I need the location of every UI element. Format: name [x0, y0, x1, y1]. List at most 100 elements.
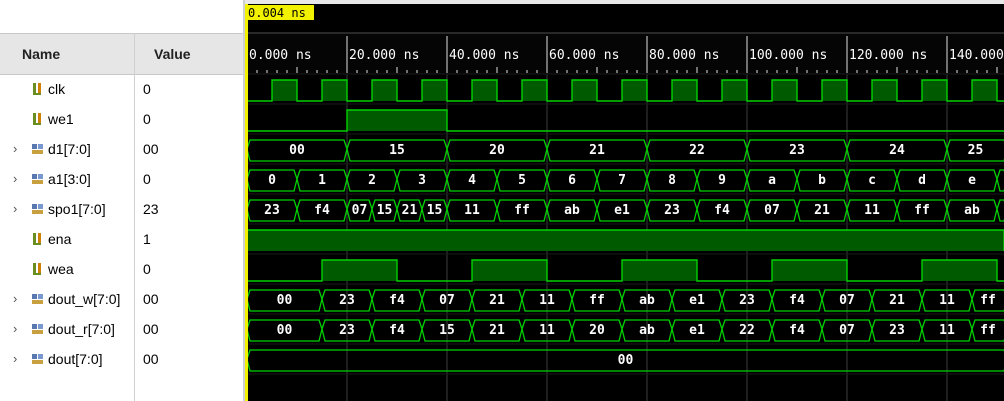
waveform-ena	[245, 229, 1004, 252]
bit-signal-icon	[33, 113, 41, 125]
signal-name[interactable]: a1[3:0]	[48, 164, 91, 194]
signal-row[interactable]: clk 0	[0, 74, 245, 104]
signal-row[interactable]: › dout_w[7:0] 00	[0, 284, 245, 314]
signal-name-panel: Name Value clk 0 we1 0 › d1[7:0] 00 › a1[3:0] 0 › s…	[0, 0, 245, 401]
pulse-fill	[922, 260, 997, 281]
bus-value-label: 2	[368, 173, 376, 188]
waveform-wea	[245, 259, 1004, 282]
bus-value-label: 00	[618, 353, 634, 368]
time-label: 140.000	[949, 48, 1004, 63]
time-cursor	[245, 4, 248, 401]
signal-row[interactable]: we1 0	[0, 104, 245, 134]
bus-value-label: ff	[514, 203, 530, 218]
signal-name[interactable]: ena	[48, 224, 71, 254]
expand-arrow-icon[interactable]: ›	[13, 344, 23, 374]
pulse-fill	[972, 80, 997, 101]
column-header: Name Value	[0, 33, 245, 75]
bus-value-label: 07	[764, 203, 780, 218]
signal-row[interactable]: › dout[7:0] 00	[0, 344, 245, 374]
expand-arrow-icon[interactable]: ›	[13, 134, 23, 164]
bus-value-label: ab	[564, 203, 580, 218]
pulse-fill	[322, 260, 397, 281]
signal-row[interactable]: wea 0	[0, 254, 245, 284]
bus-value-label: 11	[539, 323, 555, 338]
pulse-fill	[672, 80, 697, 101]
bus-segment	[996, 169, 1004, 192]
expand-arrow-icon[interactable]: ›	[13, 194, 23, 224]
expand-arrow-icon[interactable]: ›	[13, 164, 23, 194]
signal-name[interactable]: wea	[48, 254, 74, 284]
bus-value-label: 11	[539, 293, 555, 308]
bus-value-label: 21	[889, 293, 905, 308]
bus-value-label: 23	[339, 323, 355, 338]
pulse-fill	[372, 80, 397, 101]
time-label: 120.000 ns	[849, 48, 927, 63]
signal-value: 00	[143, 291, 159, 307]
signal-row[interactable]: › a1[3:0] 0	[0, 164, 245, 194]
bus-value-label: 22	[739, 323, 755, 338]
signal-row[interactable]: › d1[7:0] 00	[0, 134, 245, 164]
signal-name[interactable]: we1	[48, 104, 74, 134]
signal-name[interactable]: dout_w[7:0]	[48, 284, 120, 314]
bus-value-label: 21	[489, 323, 505, 338]
bus-value-label: 6	[568, 173, 576, 188]
time-label: 20.000 ns	[349, 48, 419, 63]
bus-value-label: 00	[277, 293, 293, 308]
waveform-a1: 0 1 2 3 4 5 6 7 8 9 a b c d e	[246, 169, 1004, 192]
time-label: 80.000 ns	[649, 48, 719, 63]
bus-value-label: 07	[439, 293, 455, 308]
bus-value-label: d	[918, 173, 926, 188]
signal-name[interactable]: clk	[48, 74, 65, 104]
bus-value-label: f4	[789, 323, 805, 338]
expand-arrow-icon[interactable]: ›	[13, 284, 23, 314]
bus-value-label: 23	[339, 293, 355, 308]
signal-row[interactable]: › dout_r[7:0] 00	[0, 314, 245, 344]
signal-name[interactable]: spo1[7:0]	[48, 194, 106, 224]
bus-signal-icon	[32, 204, 43, 214]
bus-value-label: 24	[889, 143, 905, 158]
bus-value-label: 22	[689, 143, 705, 158]
bus-value-label: ab	[639, 293, 655, 308]
time-label: 0.000 ns	[249, 48, 312, 63]
cursor-time-label: 0.004 ns	[248, 6, 306, 20]
bus-value-label: 15	[427, 203, 443, 218]
bus-signal-icon	[32, 294, 43, 304]
pulse-fill	[522, 80, 547, 101]
bus-value-label: 23	[264, 203, 280, 218]
bus-value-label: 5	[518, 173, 526, 188]
signal-value: 00	[143, 351, 159, 367]
expand-arrow-icon[interactable]: ›	[13, 314, 23, 344]
bus-value-label: 20	[589, 323, 605, 338]
pulse-fill	[922, 80, 947, 101]
time-label: 40.000 ns	[449, 48, 519, 63]
signal-name[interactable]: dout[7:0]	[48, 344, 103, 374]
bus-value-label: 3	[418, 173, 426, 188]
bus-value-label: 20	[489, 143, 505, 158]
signal-name[interactable]: d1[7:0]	[48, 134, 91, 164]
bus-value-label: f4	[389, 323, 405, 338]
bus-value-label: 23	[789, 143, 805, 158]
bus-value-label: 0	[268, 173, 276, 188]
name-column-header[interactable]: Name	[22, 34, 60, 74]
bus-value-label: 23	[664, 203, 680, 218]
bus-signal-icon	[32, 324, 43, 334]
time-label: 60.000 ns	[549, 48, 619, 63]
pulse-fill	[422, 80, 447, 101]
signal-row[interactable]: ena 1	[0, 224, 245, 254]
bus-value-label: ab	[639, 323, 655, 338]
time-label: 100.000 ns	[749, 48, 827, 63]
bus-value-label: a	[768, 173, 776, 188]
bus-value-label: e1	[689, 323, 705, 338]
bus-value-label: f4	[789, 293, 805, 308]
bus-value-label: e	[968, 173, 976, 188]
pulse-fill	[622, 260, 697, 281]
bus-value-label: f4	[714, 203, 730, 218]
signal-value: 1	[143, 231, 151, 247]
bus-value-label: 4	[468, 173, 476, 188]
signal-name[interactable]: dout_r[7:0]	[48, 314, 115, 344]
signal-row[interactable]: › spo1[7:0] 23	[0, 194, 245, 224]
pulse-fill	[722, 80, 747, 101]
bus-value-label: 07	[839, 323, 855, 338]
waveform-canvas[interactable]: 0.000 ns 20.000 ns 40.000 ns 60.000 ns 80.00…	[245, 0, 1004, 401]
value-column-header[interactable]: Value	[154, 34, 191, 74]
